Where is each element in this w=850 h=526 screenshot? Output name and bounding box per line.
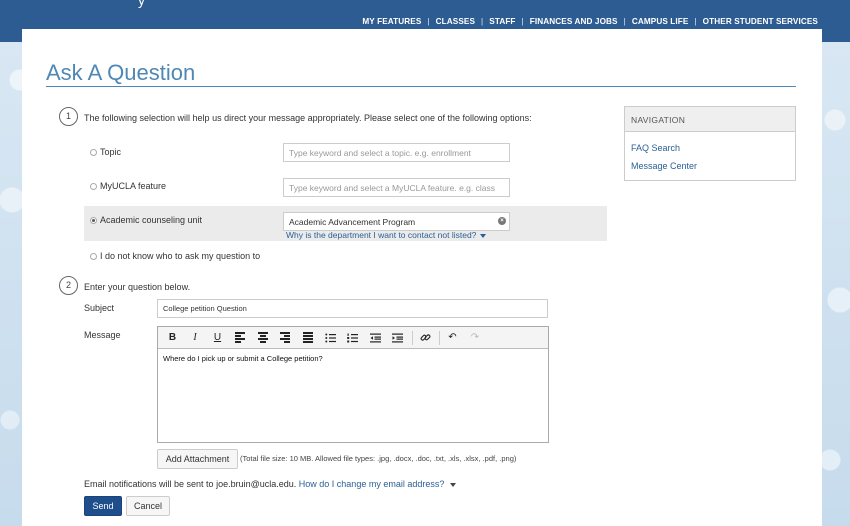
align-center-button[interactable] bbox=[254, 330, 271, 346]
navigation-heading: NAVIGATION bbox=[625, 107, 795, 132]
page-title: Ask A Question bbox=[46, 60, 196, 85]
message-editor: B I U ↶ ↷ Where do I pick up or submit a… bbox=[157, 326, 549, 443]
change-email-link-text: How do I change my email address? bbox=[298, 479, 445, 489]
justify-button[interactable] bbox=[299, 330, 316, 346]
faq-search-link[interactable]: FAQ Search bbox=[631, 143, 680, 153]
link-icon bbox=[420, 334, 430, 341]
step-1-instruction: The following selection will help us dir… bbox=[84, 113, 532, 123]
nav-other-student-services[interactable]: OTHER STUDENT SERVICES bbox=[703, 17, 818, 26]
bullet-list-button[interactable] bbox=[322, 330, 339, 346]
main-content: Ask A Question 1 The following selection… bbox=[22, 29, 822, 526]
myucla-feature-search-input[interactable] bbox=[283, 178, 510, 197]
align-left-icon bbox=[235, 332, 245, 343]
insert-link-button[interactable] bbox=[417, 330, 434, 346]
attachment-note: (Total file size: 10 MB. Allowed file ty… bbox=[240, 454, 517, 463]
align-right-button[interactable] bbox=[277, 330, 294, 346]
editor-toolbar: B I U ↶ ↷ bbox=[158, 327, 548, 349]
academic-counseling-radio[interactable] bbox=[90, 217, 97, 224]
toolbar-divider bbox=[439, 330, 440, 345]
indent-icon bbox=[392, 333, 403, 342]
nav-separator: | bbox=[521, 17, 524, 26]
align-right-icon bbox=[280, 332, 290, 343]
title-divider bbox=[46, 86, 796, 87]
nav-classes[interactable]: CLASSES bbox=[436, 17, 475, 26]
cancel-button[interactable]: Cancel bbox=[126, 496, 170, 516]
clear-icon[interactable]: × bbox=[498, 217, 506, 225]
subject-label: Subject bbox=[84, 303, 115, 313]
main-nav: MY FEATURES | CLASSES | STAFF | FINANCES… bbox=[362, 17, 818, 26]
chevron-down-icon bbox=[480, 233, 487, 238]
message-center-link[interactable]: Message Center bbox=[631, 161, 697, 171]
department-not-listed-link-text: Why is the department I want to contact … bbox=[286, 230, 477, 240]
nav-finances-and-jobs[interactable]: FINANCES AND JOBS bbox=[530, 17, 618, 26]
toolbar-divider bbox=[411, 330, 413, 345]
site-logo: y bbox=[138, 0, 145, 8]
unknown-recipient-radio[interactable] bbox=[90, 253, 97, 260]
numbered-list-icon bbox=[347, 333, 358, 342]
step-2-instruction: Enter your question below. bbox=[84, 282, 191, 292]
italic-button[interactable]: I bbox=[187, 330, 204, 346]
topic-search-input[interactable] bbox=[283, 143, 510, 162]
unknown-recipient-label: I do not know who to ask my question to bbox=[100, 251, 261, 261]
email-notification-text: Email notifications will be sent to joe.… bbox=[84, 479, 457, 489]
academic-counseling-label: Academic counseling unit bbox=[100, 215, 203, 225]
email-address: joe.bruin@ucla.edu. bbox=[216, 479, 297, 489]
change-email-link[interactable]: How do I change my email address? bbox=[299, 479, 457, 489]
topic-label: Topic bbox=[100, 147, 122, 157]
underline-button[interactable]: U bbox=[209, 330, 226, 346]
nav-separator: | bbox=[427, 17, 430, 26]
navigation-panel: NAVIGATION FAQ Search Message Center bbox=[624, 106, 796, 181]
align-center-icon bbox=[257, 332, 268, 343]
step-2-badge: 2 bbox=[59, 276, 78, 295]
nav-staff[interactable]: STAFF bbox=[489, 17, 515, 26]
nav-my-features[interactable]: MY FEATURES bbox=[362, 17, 421, 26]
message-label: Message bbox=[84, 330, 121, 340]
chevron-down-icon bbox=[450, 482, 457, 487]
send-button[interactable]: Send bbox=[84, 496, 122, 516]
undo-button[interactable]: ↶ bbox=[444, 330, 461, 346]
message-textarea[interactable]: Where do I pick up or submit a College p… bbox=[158, 349, 548, 368]
myucla-feature-label: MyUCLA feature bbox=[100, 181, 167, 191]
bullet-list-icon bbox=[324, 333, 336, 342]
align-left-button[interactable] bbox=[232, 330, 249, 346]
numbered-list-button[interactable] bbox=[344, 330, 361, 346]
department-not-listed-link[interactable]: Why is the department I want to contact … bbox=[286, 230, 487, 240]
bold-button[interactable]: B bbox=[164, 330, 181, 346]
subject-input[interactable] bbox=[157, 299, 548, 318]
outdent-icon bbox=[369, 333, 381, 342]
justify-icon bbox=[302, 332, 313, 343]
topic-radio[interactable] bbox=[90, 149, 97, 156]
email-prefix: Email notifications will be sent to bbox=[84, 479, 214, 489]
academic-counseling-unit-input[interactable] bbox=[283, 212, 510, 231]
add-attachment-button[interactable]: Add Attachment bbox=[157, 449, 238, 469]
step-1-badge: 1 bbox=[59, 107, 78, 126]
outdent-button[interactable] bbox=[367, 330, 384, 346]
indent-button[interactable] bbox=[389, 330, 406, 346]
myucla-feature-radio[interactable] bbox=[90, 183, 97, 190]
nav-separator: | bbox=[694, 17, 697, 26]
nav-separator: | bbox=[623, 17, 626, 26]
nav-separator: | bbox=[481, 17, 484, 26]
redo-button[interactable]: ↷ bbox=[467, 330, 484, 346]
nav-campus-life[interactable]: CAMPUS LIFE bbox=[632, 17, 689, 26]
